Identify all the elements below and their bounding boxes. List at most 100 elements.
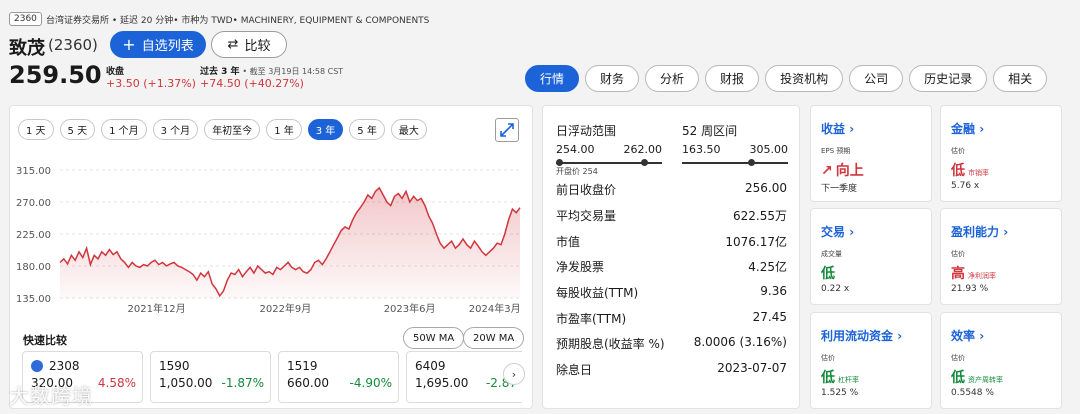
week52-marker bbox=[748, 159, 755, 166]
x-tick-label: 2023年6月 bbox=[384, 302, 436, 315]
card-note: 下一季度 bbox=[821, 184, 858, 194]
chevron-right-icon: › bbox=[897, 329, 903, 343]
card-note: 1.525 % bbox=[821, 388, 859, 398]
card-value: 低 bbox=[951, 370, 965, 386]
compare-price: 1,695.00 bbox=[415, 376, 469, 390]
add-to-watchlist-button[interactable]: + 自选列表 bbox=[110, 31, 206, 58]
compare-symbol: 1519 bbox=[287, 359, 318, 373]
ticker-badge: 2360 bbox=[9, 12, 42, 26]
range-5d[interactable]: 5 天 bbox=[59, 119, 96, 140]
compare-change: -1.87% bbox=[221, 376, 264, 390]
expand-chart-button[interactable] bbox=[495, 118, 519, 142]
chevron-right-icon: › bbox=[511, 367, 517, 381]
watermark: 大数跨境 bbox=[9, 384, 93, 408]
range-3m[interactable]: 3 个月 bbox=[152, 119, 199, 140]
compare-item[interactable]: 1519 660.00 -4.90% bbox=[278, 351, 399, 403]
watchlist-label: 自选列表 bbox=[141, 39, 194, 54]
time-range-selector: 1 天 5 天 1 个月 3 个月 年初至今 1 年 3 年 5 年 最大 bbox=[18, 119, 427, 140]
plus-icon: + bbox=[122, 34, 136, 54]
tab-earnings[interactable]: 财报 bbox=[705, 65, 760, 92]
open-marker bbox=[556, 159, 563, 166]
card-value: 向上 bbox=[835, 163, 864, 179]
card-note: 0.5548 % bbox=[951, 388, 994, 398]
stat-value: 9.36 bbox=[760, 284, 787, 298]
tab-related[interactable]: 相关 bbox=[993, 65, 1048, 92]
stat-label: 市盈率(TTM) bbox=[556, 312, 627, 326]
quick-compare-list: 2308 320.00 4.58% 1590 1,050.00 -1.87% 1… bbox=[22, 351, 522, 403]
chevron-right-icon: › bbox=[849, 122, 855, 136]
week52-range: 52 周区间 163.50 305.00 bbox=[682, 122, 788, 166]
card-value-sub: 杠杆率 bbox=[838, 376, 859, 384]
range-max[interactable]: 最大 bbox=[390, 119, 427, 140]
chevron-right-icon: › bbox=[979, 329, 985, 343]
card-title: 利用流动资金 bbox=[821, 329, 894, 343]
stock-header: 2360 台湾证券交易所 • 延迟 20 分钟• 市种为 TWD• MACHIN… bbox=[0, 0, 1080, 100]
chevron-right-icon: › bbox=[1003, 225, 1009, 239]
tab-company[interactable]: 公司 bbox=[849, 65, 904, 92]
period-timestamp: • 截至 3月19日 14:58 CST bbox=[242, 67, 344, 76]
week52-low: 163.50 bbox=[682, 143, 721, 156]
card-subtitle: 估价 bbox=[951, 250, 965, 258]
ma-20w-button[interactable]: 20W MA bbox=[463, 327, 525, 349]
current-price: 259.50 bbox=[9, 61, 102, 89]
financials-card[interactable]: 金融 › 估价 低市销率 5.76 x bbox=[940, 105, 1062, 202]
stock-code: (2360) bbox=[48, 36, 98, 54]
stat-label: 市值 bbox=[556, 235, 581, 249]
stat-value: 27.45 bbox=[752, 310, 787, 324]
close-change: +3.50 (+1.37%) bbox=[106, 77, 196, 90]
tab-history[interactable]: 历史记录 bbox=[909, 65, 988, 92]
liquidity-card[interactable]: 利用流动资金 › 估价 低杠杆率 1.525 % bbox=[810, 312, 932, 409]
range-3y[interactable]: 3 年 bbox=[307, 119, 344, 140]
card-title: 盈利能力 bbox=[951, 225, 1000, 239]
stat-row: 每股收益(TTM) 9.36 bbox=[556, 284, 787, 301]
card-value: 低 bbox=[951, 163, 965, 179]
stat-label: 前日收盘价 bbox=[556, 183, 617, 197]
card-title: 金融 bbox=[951, 122, 976, 136]
efficiency-card[interactable]: 效率 › 估价 低资产周转率 0.5548 % bbox=[940, 312, 1062, 409]
tab-analysis[interactable]: 分析 bbox=[645, 65, 700, 92]
card-note: 0.22 x bbox=[821, 284, 850, 294]
chevron-right-icon: › bbox=[849, 225, 855, 239]
card-value-sub: 市销率 bbox=[968, 169, 989, 177]
price-chart[interactable]: 315.00 270.00 225.00 180.00 135.00 2021年12月 20… bbox=[14, 150, 524, 320]
card-title: 交易 bbox=[821, 225, 846, 239]
close-label: 收盘 bbox=[106, 67, 125, 77]
compare-price: 660.00 bbox=[287, 376, 329, 390]
compare-button[interactable]: ⇄ 比较 bbox=[211, 31, 287, 58]
card-value: 低 bbox=[821, 370, 835, 386]
y-tick-label: 315.00 bbox=[16, 166, 51, 177]
profitability-card[interactable]: 盈利能力 › 估价 高净利润率 21.93 % bbox=[940, 208, 1062, 305]
range-1m[interactable]: 1 个月 bbox=[101, 119, 147, 140]
stat-row: 市盈率(TTM) 27.45 bbox=[556, 310, 787, 327]
card-subtitle: 成交量 bbox=[821, 250, 842, 258]
y-tick-label: 270.00 bbox=[16, 198, 51, 209]
stat-label: 平均交易量 bbox=[556, 209, 617, 223]
period-label: 过去 3 年 • 截至 3月19日 14:58 CST bbox=[200, 64, 343, 77]
range-1d[interactable]: 1 天 bbox=[18, 119, 54, 140]
tab-institutions[interactable]: 投资机构 bbox=[765, 65, 844, 92]
stat-row: 平均交易量 622.55万 bbox=[556, 207, 787, 224]
trading-card[interactable]: 交易 › 成交量 低 0.22 x bbox=[810, 208, 932, 305]
next-arrow-button[interactable]: › bbox=[503, 363, 525, 385]
range-ytd[interactable]: 年初至今 bbox=[204, 119, 261, 140]
card-value: 低 bbox=[821, 266, 835, 282]
day-range-bar bbox=[556, 159, 662, 166]
tab-financials[interactable]: 财务 bbox=[585, 65, 640, 92]
quick-compare-title: 快速比较 bbox=[23, 334, 67, 347]
y-tick-label: 225.00 bbox=[16, 230, 51, 241]
range-5y[interactable]: 5 年 bbox=[349, 119, 385, 140]
swap-arrows-icon: ⇄ bbox=[227, 37, 239, 52]
price-area bbox=[60, 187, 520, 298]
earnings-card[interactable]: 收益 › EPS 预期 ↗ 向上 下一季度 bbox=[810, 105, 932, 202]
ma-50w-button[interactable]: 50W MA bbox=[403, 327, 465, 349]
tab-quote[interactable]: 行情 bbox=[525, 65, 580, 92]
range-1y[interactable]: 1 年 bbox=[266, 119, 302, 140]
period-change: +74.50 (+40.27%) bbox=[200, 77, 304, 90]
compare-symbol: 6409 bbox=[415, 359, 446, 373]
compare-change: 4.58% bbox=[97, 376, 136, 390]
company-logo-icon bbox=[31, 360, 43, 372]
stat-label: 除息日 bbox=[556, 363, 593, 377]
day-low: 254.00 bbox=[556, 143, 595, 156]
compare-item[interactable]: 1590 1,050.00 -1.87% bbox=[150, 351, 271, 403]
current-marker bbox=[641, 159, 648, 166]
